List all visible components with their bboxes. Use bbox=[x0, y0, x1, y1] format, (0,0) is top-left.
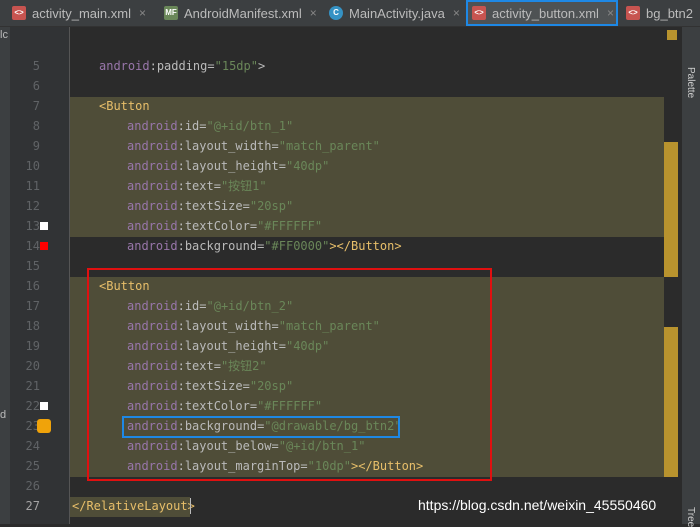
tab-bg-btn2[interactable]: <> bg_btn2 bbox=[622, 0, 700, 26]
close-icon[interactable]: × bbox=[607, 6, 614, 20]
line-number: 13 bbox=[25, 219, 40, 233]
drawable-preview-icon[interactable] bbox=[37, 419, 51, 433]
highlight-marker-2[interactable] bbox=[664, 327, 678, 477]
code-line[interactable]: android:background="#FF0000"></Button> bbox=[127, 236, 402, 256]
line-number: 8 bbox=[32, 119, 40, 133]
close-icon[interactable]: × bbox=[139, 6, 146, 20]
code-line[interactable]: android:id="@+id/btn_1" bbox=[127, 116, 293, 136]
highlight-marker-1[interactable] bbox=[664, 142, 678, 277]
warning-marker[interactable] bbox=[667, 30, 677, 40]
palette-tab[interactable]: Palette bbox=[685, 67, 696, 98]
line-number: 22 bbox=[25, 399, 40, 413]
line-number: 21 bbox=[25, 379, 40, 393]
line-number: 19 bbox=[25, 339, 40, 353]
code-line[interactable]: </RelativeLayout> bbox=[72, 496, 195, 516]
line-number: 20 bbox=[25, 359, 40, 373]
line-number: 25 bbox=[25, 459, 40, 473]
xml-file-icon: <> bbox=[626, 6, 640, 20]
code-line[interactable]: android:textSize="20sp" bbox=[127, 196, 293, 216]
right-tool-panel: Palette Tree bbox=[682, 27, 700, 527]
watermark-text: https://blog.csdn.net/weixin_45550460 bbox=[418, 497, 657, 513]
code-line[interactable]: android:layout_height="40dp" bbox=[127, 156, 329, 176]
line-number: 10 bbox=[25, 159, 40, 173]
tab-label: bg_btn2 bbox=[646, 5, 693, 21]
line-number: 27 bbox=[25, 499, 40, 513]
line-number: 26 bbox=[25, 479, 40, 493]
left-strip-bottom-label: d bbox=[0, 409, 7, 421]
blue-annotation-box bbox=[122, 416, 400, 438]
code-line[interactable]: android:text="按钮1" bbox=[127, 176, 267, 196]
line-number: 5 bbox=[32, 59, 40, 73]
code-line[interactable]: android:layout_width="match_parent" bbox=[127, 136, 380, 156]
color-swatch-white-icon[interactable] bbox=[40, 222, 48, 230]
line-number: 24 bbox=[25, 439, 40, 453]
line-number: 6 bbox=[32, 79, 40, 93]
tab-label: activity_main.xml bbox=[32, 5, 131, 21]
line-number: 18 bbox=[25, 319, 40, 333]
line-number: 17 bbox=[25, 299, 40, 313]
line-number: 12 bbox=[25, 199, 40, 213]
tab-androidmanifest-xml[interactable]: MF AndroidManifest.xml × bbox=[160, 0, 320, 26]
tab-label: activity_button.xml bbox=[492, 5, 599, 21]
line-number: 11 bbox=[25, 179, 40, 193]
java-class-icon: C bbox=[329, 6, 343, 20]
line-number: 14 bbox=[25, 239, 40, 253]
line-number: 9 bbox=[32, 139, 40, 153]
close-icon[interactable]: × bbox=[310, 6, 317, 20]
line-number-gutter[interactable]: 5 6 7 8 9 10 11 12 13 14 15 16 17 18 19 20 21 22 23 24 25 26 2… bbox=[10, 27, 90, 524]
xml-file-icon: <> bbox=[12, 6, 26, 20]
component-tree-tab[interactable]: Tree bbox=[685, 507, 696, 527]
line-number: 7 bbox=[32, 99, 40, 113]
tab-mainactivity-java[interactable]: C MainActivity.java × bbox=[325, 0, 463, 26]
code-line[interactable]: android:padding="15dp"> bbox=[99, 56, 265, 76]
code-line[interactable]: <Button bbox=[99, 96, 150, 116]
close-icon[interactable]: × bbox=[453, 6, 460, 20]
xml-file-icon: <> bbox=[472, 6, 486, 20]
left-tool-strip: lc d bbox=[0, 27, 10, 524]
tab-activity-main-xml[interactable]: <> activity_main.xml × bbox=[8, 0, 158, 26]
line-number: 23 bbox=[25, 419, 40, 433]
tab-label: MainActivity.java bbox=[349, 5, 445, 21]
left-strip-top-label: lc bbox=[0, 29, 8, 41]
text-caret bbox=[190, 498, 191, 514]
code-line[interactable]: android:textColor="#FFFFFF" bbox=[127, 216, 322, 236]
red-annotation-box bbox=[87, 268, 492, 481]
color-swatch-red-icon[interactable] bbox=[40, 242, 48, 250]
editor-scroll-markers[interactable] bbox=[664, 27, 682, 524]
editor-tab-bar: <> activity_main.xml × MF AndroidManifest.xm… bbox=[0, 0, 700, 27]
line-number: 15 bbox=[25, 259, 40, 273]
line-number: 16 bbox=[25, 279, 40, 293]
manifest-file-icon: MF bbox=[164, 6, 178, 20]
color-swatch-white-icon[interactable] bbox=[40, 402, 48, 410]
tab-activity-button-xml[interactable]: <> activity_button.xml × bbox=[466, 0, 618, 26]
tab-label: AndroidManifest.xml bbox=[184, 5, 302, 21]
